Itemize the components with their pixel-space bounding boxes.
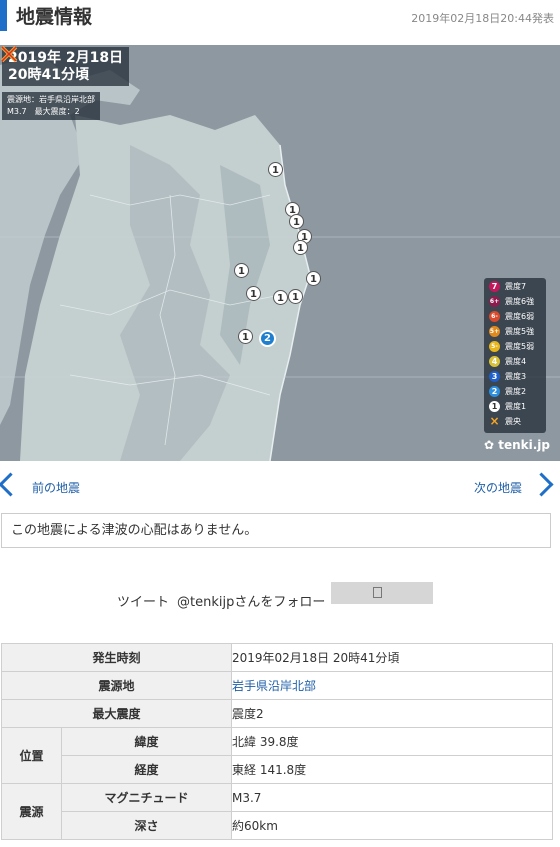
follow-button[interactable]: @tenkijpさんをフォロー: [177, 591, 325, 610]
map-date: 2019年 2月18日: [8, 50, 124, 66]
chevron-right-icon[interactable]: [529, 472, 554, 497]
earthquake-nav: 前の地震 次の地震: [0, 472, 560, 502]
longitude-value: 東経 141.8度: [231, 755, 553, 784]
map-time: 20時41分頃: [8, 67, 89, 83]
social-buttons: ツイート @tenkijpさんをフォロー: [0, 582, 560, 610]
announced-time: 2019年02月18日20:44発表: [411, 12, 554, 25]
magnitude-label: マグニチュード: [61, 783, 232, 812]
header-accent-bar: [0, 0, 7, 31]
table-row: 最大震度 震度2: [1, 699, 553, 728]
intensity-pin: 1: [238, 329, 253, 344]
earthquake-map[interactable]: 2019年 2月18日 20時41分頃 震源地：岩手県沿岸北部 M3.7 最大震…: [0, 45, 560, 461]
prev-earthquake-link[interactable]: 前の地震: [32, 479, 80, 496]
depth-label: 深さ: [61, 811, 232, 840]
intensity-pin: 1: [234, 263, 249, 278]
facebook-like-button[interactable]: [331, 582, 433, 604]
table-row: 深さ 約60km: [2, 811, 553, 840]
tenki-logo: ✿ tenki.jp: [484, 438, 551, 452]
intensity-pin: 1: [288, 289, 303, 304]
intensity-legend: 7 震度7 6+ 震度6強 6- 震度6弱 5+ 震度5強 5- 震度5弱 4 震度4 3震…: [484, 278, 546, 433]
max-intensity-value: 震度2: [231, 699, 553, 728]
source-label: 震源: [1, 783, 62, 840]
depth-value: 約60km: [231, 811, 553, 840]
map-magnitude: M3.7 最大震度：2: [7, 107, 80, 116]
earthquake-detail-table: 発生時刻 2019年02月18日 20時41分頃 震源地 岩手県沿岸北部 最大震…: [1, 643, 553, 840]
epicenter-label: 震源地: [1, 671, 232, 700]
page-title: 地震情報: [16, 6, 93, 28]
tsunami-message: この地震による津波の心配はありません。: [1, 513, 551, 548]
latitude-value: 北緯 39.8度: [231, 727, 553, 756]
table-row: 経度 東経 141.8度: [2, 755, 553, 784]
intensity-pin: 1: [293, 240, 308, 255]
intensity-pin: 1: [306, 271, 321, 286]
intensity-pin: 1: [289, 214, 304, 229]
document-icon: [373, 587, 382, 598]
table-row: 震源 マグニチュード M3.7: [1, 783, 553, 840]
max-intensity-label: 最大震度: [1, 699, 232, 728]
intensity-pin: 1: [246, 286, 261, 301]
table-row: 位置 緯度 北緯 39.8度: [1, 727, 553, 784]
chevron-left-icon[interactable]: [0, 472, 23, 497]
latitude-label: 緯度: [61, 727, 232, 756]
intensity-pin: 1: [268, 162, 283, 177]
page-header: 地震情報 2019年02月18日20:44発表: [0, 0, 560, 34]
intensity-pin: 1: [273, 290, 288, 305]
longitude-label: 経度: [61, 755, 232, 784]
epicenter-link[interactable]: 岩手県沿岸北部: [231, 671, 553, 700]
epicenter-icon: [0, 45, 18, 63]
map-summary-box: 震源地：岩手県沿岸北部 M3.7 最大震度：2: [2, 92, 100, 120]
intensity-pin-2: 2: [259, 330, 276, 347]
magnitude-value: M3.7: [231, 783, 553, 812]
occurred-value: 2019年02月18日 20時41分頃: [231, 643, 553, 672]
map-datetime-box: 2019年 2月18日 20時41分頃: [2, 47, 130, 86]
table-row: 震源地 岩手県沿岸北部: [1, 671, 553, 700]
tweet-button[interactable]: ツイート: [117, 591, 169, 610]
map-epicenter: 震源地：岩手県沿岸北部: [7, 95, 95, 104]
occurred-label: 発生時刻: [1, 643, 232, 672]
table-row: 発生時刻 2019年02月18日 20時41分頃: [1, 643, 553, 672]
position-label: 位置: [1, 727, 62, 784]
next-earthquake-link[interactable]: 次の地震: [474, 479, 522, 496]
